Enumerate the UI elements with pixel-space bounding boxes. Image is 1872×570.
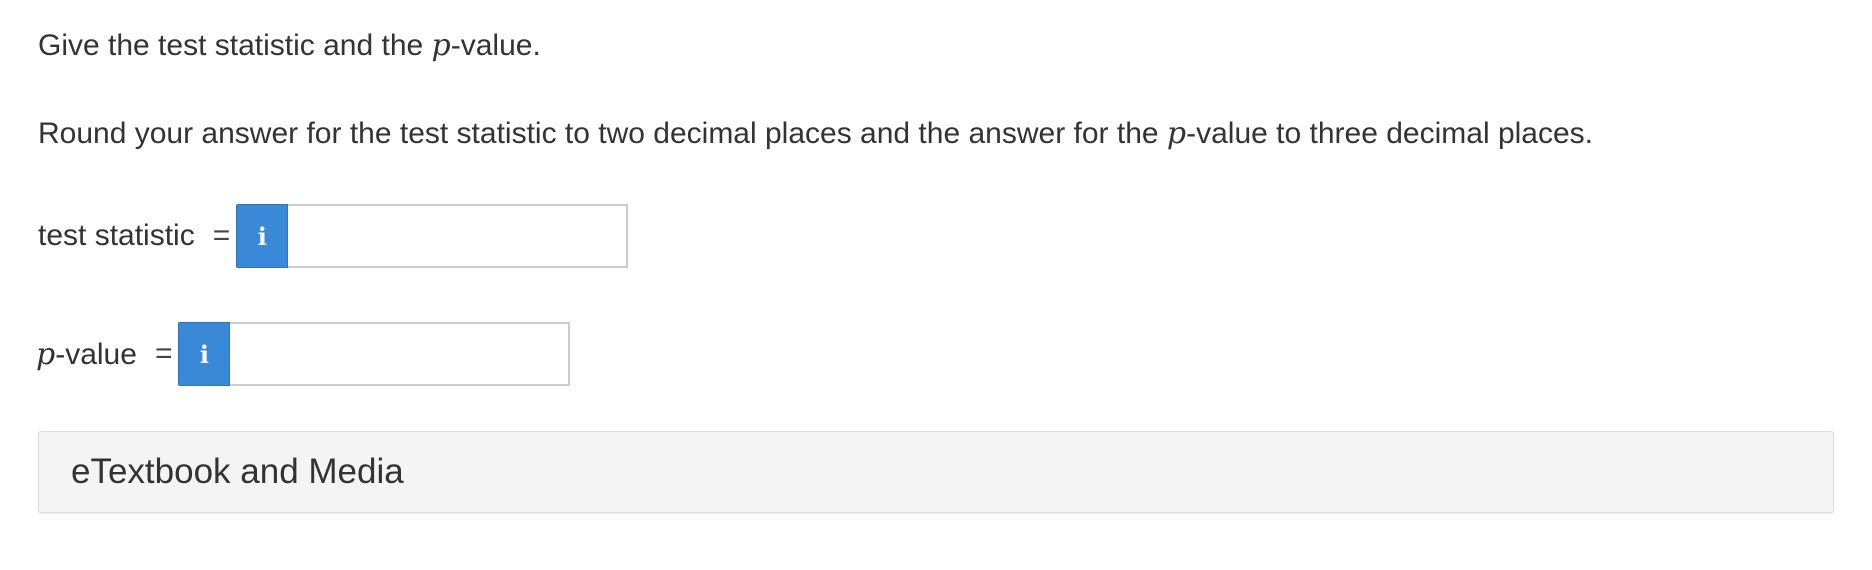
question-instruction: Give the test statistic and the p-value. (38, 26, 541, 66)
p-variable: p (431, 28, 451, 63)
p-variable: p (36, 336, 56, 372)
etextbook-media-label: eTextbook and Media (71, 452, 404, 491)
info-icon: i (257, 221, 267, 251)
p-value-row: p-value = i (36, 321, 571, 387)
rounding-instruction: Round your answer for the test statistic… (38, 114, 1593, 154)
p-value-label: p-value (36, 337, 137, 372)
rounding-text-after: -value to three decimal places. (1186, 117, 1593, 150)
info-icon: i (199, 339, 210, 369)
p-value-label-text: -value (55, 337, 137, 371)
rounding-text-before: Round your answer for the test statistic… (38, 117, 1167, 150)
p-value-input[interactable] (230, 322, 571, 386)
p-value-info-button[interactable]: i (178, 322, 231, 386)
test-statistic-input[interactable] (288, 204, 629, 268)
equals-sign: = (154, 337, 173, 370)
instruction-text-before: Give the test statistic and the (38, 29, 432, 62)
etextbook-media-panel[interactable]: eTextbook and Media (38, 431, 1834, 513)
test-statistic-info-button[interactable]: i (236, 204, 289, 268)
equals-sign: = (212, 219, 231, 252)
instruction-text-after: -value. (450, 29, 541, 62)
p-variable: p (1166, 116, 1187, 151)
test-statistic-label: test statistic (38, 219, 195, 252)
test-statistic-row: test statistic = i (38, 203, 629, 269)
